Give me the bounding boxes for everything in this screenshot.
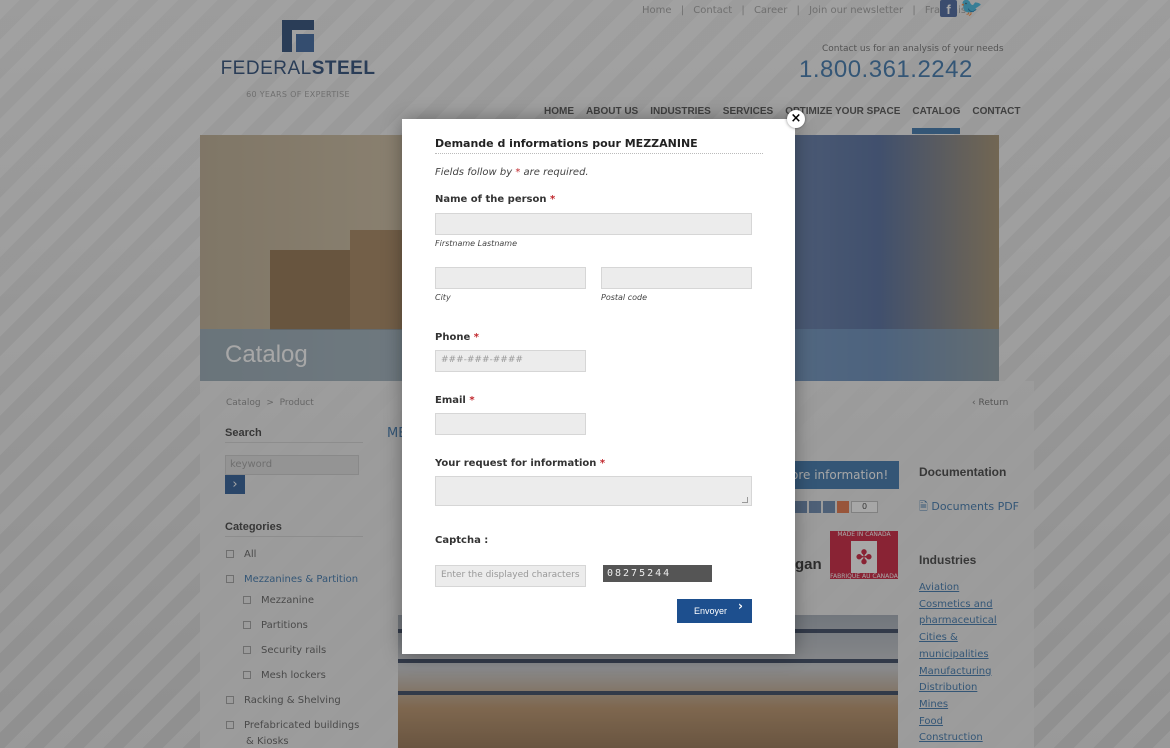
postal-code-field[interactable] xyxy=(601,267,752,289)
required-note: Fields follow by * are required. xyxy=(435,167,589,178)
city-field[interactable] xyxy=(435,267,586,289)
request-label: Your request for information * xyxy=(435,458,606,469)
modal-title: Demande d informations pour MEZZANINE xyxy=(435,137,763,154)
captcha-input[interactable]: Enter the displayed characters xyxy=(435,565,586,587)
chevron-right-icon: › xyxy=(738,599,743,613)
info-request-modal: Demande d informations pour MEZZANINE Fi… xyxy=(402,119,795,654)
name-hint: Firstname Lastname xyxy=(435,239,517,248)
postal-code-hint: Postal code xyxy=(601,293,647,302)
email-field[interactable] xyxy=(435,413,586,435)
city-hint: City xyxy=(435,293,451,302)
name-label: Name of the person * xyxy=(435,194,556,205)
name-field[interactable] xyxy=(435,213,752,235)
email-label: Email * xyxy=(435,395,475,406)
resize-handle-icon[interactable] xyxy=(742,497,748,503)
captcha-image: 08275244 xyxy=(603,565,712,582)
phone-field[interactable]: ###-###-#### xyxy=(435,350,586,372)
phone-label: Phone * xyxy=(435,332,479,343)
captcha-label: Captcha : xyxy=(435,535,489,546)
send-button[interactable]: Envoyer › xyxy=(677,599,752,623)
request-textarea[interactable] xyxy=(435,476,752,506)
close-icon[interactable]: × xyxy=(787,110,805,128)
